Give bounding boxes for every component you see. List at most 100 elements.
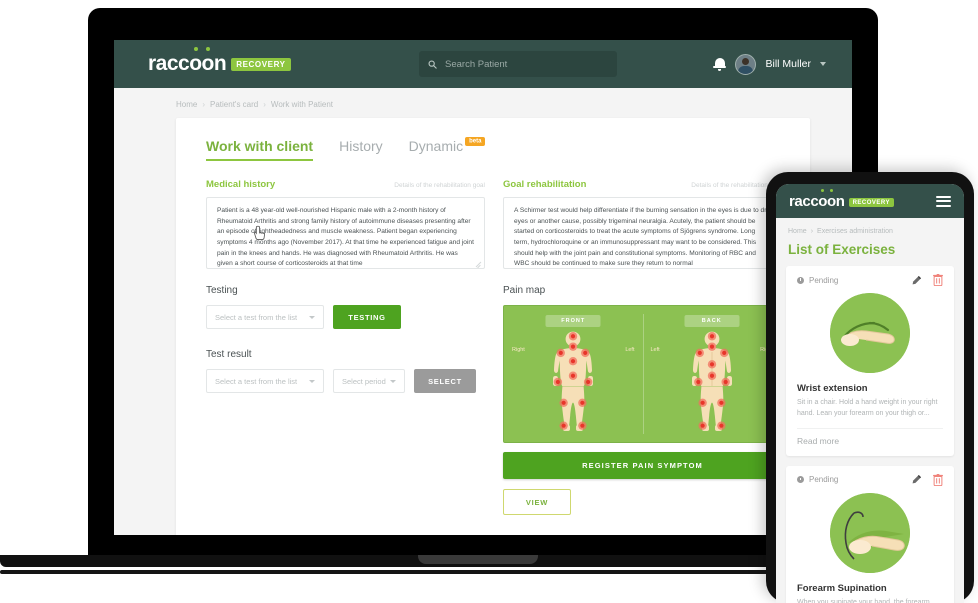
mobile-brand-logo[interactable]: raccoon RECOVERY: [789, 188, 895, 210]
pencil-icon[interactable]: [911, 474, 922, 485]
pain-point-marker[interactable]: [578, 398, 587, 407]
tab-dynamic[interactable]: Dynamic beta: [408, 136, 486, 161]
pain-point-marker[interactable]: [719, 348, 729, 358]
app-header: raccoon RECOVERY Search Patient Bill Mul…: [114, 40, 852, 88]
pain-point-marker[interactable]: [707, 342, 716, 351]
forms-and-painmap-row: Testing Select a test from the list TEST…: [176, 225, 810, 515]
goal-rehabilitation-section: Goal rehabilitation Details of the rehab…: [503, 179, 782, 269]
trash-icon[interactable]: [933, 274, 943, 286]
pain-point-marker[interactable]: [559, 421, 569, 430]
exercise-illustration-forearm-supination: [830, 492, 910, 573]
pain-map-back[interactable]: BACK Left Right: [643, 306, 782, 442]
logo-dot: [821, 188, 824, 192]
pain-point-marker[interactable]: [556, 348, 566, 358]
pain-point-marker[interactable]: [716, 421, 726, 430]
logo-dot: [206, 47, 210, 51]
goal-rehabilitation-textarea[interactable]: A Schirmer test would help differentiate…: [503, 197, 782, 269]
exercise-card[interactable]: Pending: [786, 465, 954, 603]
pain-point-marker[interactable]: [569, 332, 578, 341]
pain-point-marker[interactable]: [581, 348, 590, 358]
resize-handle-icon[interactable]: [475, 260, 482, 267]
laptop-base-notch: [418, 555, 538, 564]
breadcrumb-item-patients-card[interactable]: Patient's card: [210, 100, 258, 109]
pain-point-marker[interactable]: [578, 421, 587, 430]
exercise-name: Forearm Supination: [797, 582, 887, 594]
goal-rehabilitation-title: Goal rehabilitation: [503, 179, 587, 190]
testing-button[interactable]: TESTING: [333, 305, 401, 329]
breadcrumb-separator: ›: [263, 100, 266, 109]
pain-point-marker[interactable]: [569, 357, 578, 366]
pain-map-front[interactable]: FRONT Right Left: [504, 306, 643, 442]
chevron-down-icon[interactable]: [820, 62, 826, 66]
exercise-illustration-wrist-extension: [830, 293, 910, 373]
pain-point-marker[interactable]: [698, 421, 707, 430]
history-and-goal-row: Medical history Details of the rehabilit…: [176, 161, 810, 269]
desktop-app-screen: raccoon RECOVERY Search Patient Bill Mul…: [114, 40, 852, 535]
status-label: Pending: [809, 475, 839, 485]
hamburger-menu-icon[interactable]: [936, 193, 951, 209]
pain-point-marker[interactable]: [695, 348, 704, 358]
pain-map-widget[interactable]: FRONT Right Left BACK Left: [503, 305, 782, 443]
pain-point-marker[interactable]: [569, 371, 578, 380]
pain-point-marker[interactable]: [707, 332, 716, 341]
status-badge: Pending: [797, 475, 838, 484]
mobile-content: Home › Exercises administration List of …: [776, 218, 964, 603]
period-select[interactable]: Select period: [333, 369, 405, 393]
pain-point-marker[interactable]: [698, 398, 707, 407]
breadcrumb-item-home[interactable]: Home: [176, 100, 197, 109]
search-input[interactable]: Search Patient: [419, 51, 617, 77]
pain-point-marker[interactable]: [553, 377, 563, 387]
test-result-select[interactable]: Select a test from the list: [206, 369, 324, 393]
avatar[interactable]: [735, 53, 757, 75]
view-button[interactable]: VIEW: [503, 489, 571, 515]
testing-label: Testing: [206, 285, 238, 296]
testing-select[interactable]: Select a test from the list: [206, 305, 324, 329]
breadcrumb-item-work-with-patient: Work with Patient: [270, 100, 334, 109]
bell-icon[interactable]: [713, 57, 727, 72]
breadcrumb-separator: ›: [202, 100, 206, 109]
test-result-select-placeholder: Select a test from the list: [215, 376, 298, 386]
exercise-card-header: Pending: [797, 274, 943, 286]
exercise-card-actions: [911, 274, 943, 286]
medical-history-subtitle: Details of the rehabilitation goal: [394, 182, 485, 189]
pain-point-marker[interactable]: [707, 371, 716, 380]
mobile-header: raccoon RECOVERY: [776, 184, 964, 218]
pain-point-marker[interactable]: [569, 342, 578, 351]
pain-map-front-right-label: Left: [625, 347, 635, 353]
mobile-breadcrumb-item-home[interactable]: Home: [788, 228, 807, 235]
trash-icon[interactable]: [933, 473, 943, 486]
exercise-card-header: Pending: [797, 473, 943, 486]
brand-logo-badge: RECOVERY: [231, 58, 291, 71]
clock-icon: [797, 276, 804, 284]
pain-map-back-left-label: Left: [650, 347, 660, 353]
phone-device-mockup: raccoon RECOVERY Home › Exercises admini…: [766, 172, 974, 603]
tab-work-with-client[interactable]: Work with client: [206, 138, 314, 161]
mobile-breadcrumb: Home › Exercises administration: [786, 218, 954, 235]
read-more-link[interactable]: Read more: [797, 427, 943, 446]
select-button[interactable]: SELECT: [414, 369, 476, 393]
tab-history[interactable]: History: [339, 138, 383, 161]
pain-point-marker[interactable]: [693, 377, 703, 387]
chevron-down-icon: [309, 315, 315, 319]
user-name: Bill Muller: [765, 58, 811, 70]
pain-point-marker[interactable]: [559, 398, 569, 407]
logo-dot: [830, 188, 833, 192]
tab-dynamic-label: Dynamic: [408, 138, 464, 154]
mobile-breadcrumb-separator: ›: [810, 228, 814, 235]
register-pain-symptom-button[interactable]: REGISTER PAIN SYMPTOM: [503, 452, 782, 479]
beta-badge: beta: [465, 136, 486, 146]
select-button-label: SELECT: [428, 376, 462, 386]
pain-point-marker[interactable]: [584, 377, 593, 387]
tab-bar: Work with client History Dynamic beta: [176, 118, 810, 161]
body-figure-back: [691, 331, 732, 431]
pain-map-front-label: FRONT: [545, 315, 601, 327]
medical-history-textarea[interactable]: Patient is a 48 year-old well-nourished …: [206, 197, 485, 269]
pain-point-marker[interactable]: [707, 360, 716, 369]
logo-dot: [193, 47, 198, 51]
pain-point-marker[interactable]: [721, 377, 730, 387]
brand-logo[interactable]: raccoon RECOVERY: [148, 47, 291, 76]
pain-point-marker[interactable]: [716, 398, 726, 407]
exercise-card[interactable]: Pending: [786, 266, 954, 456]
pencil-icon[interactable]: [911, 275, 922, 286]
pain-map-column: Pain map FRONT Right Left BACK Left REGI…: [254, 225, 782, 515]
